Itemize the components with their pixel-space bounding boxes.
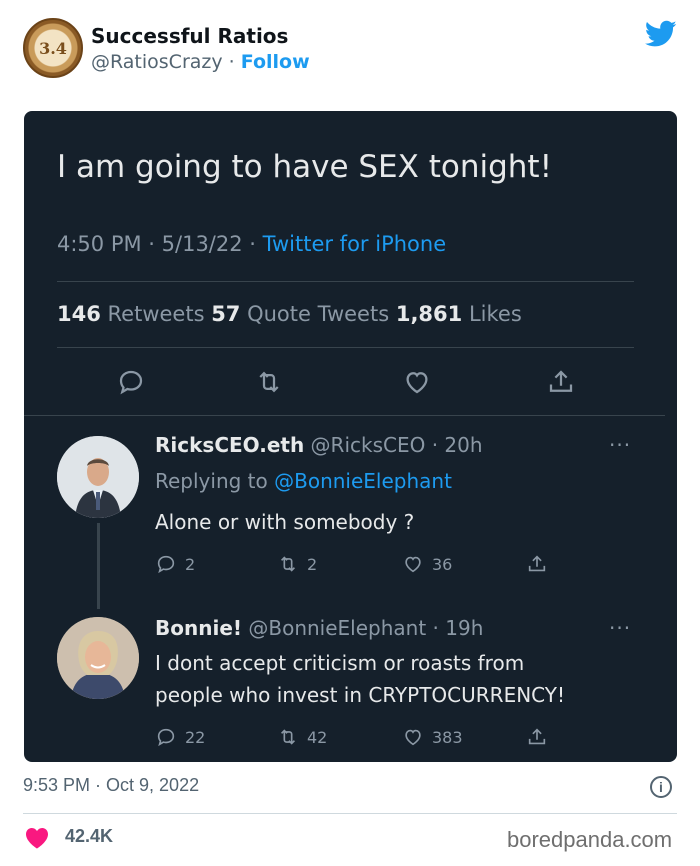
reply1-retweets: 2 <box>277 553 317 575</box>
replying-to: Replying to @BonnieElephant <box>155 469 452 493</box>
retweet-icon <box>280 729 296 745</box>
reply2-text-line2: people who invest in CRYPTOCURRENCY! <box>155 683 566 707</box>
retweet-icon <box>254 367 284 397</box>
retweets-label: Retweets <box>100 302 212 326</box>
divider <box>57 347 634 348</box>
avatar <box>57 436 139 518</box>
reply2-text-line1: I dont accept criticism or roasts from <box>155 651 525 675</box>
quotes-label: Quote Tweets <box>240 302 396 326</box>
reply1-share <box>526 553 556 575</box>
tweet-screenshot: I am going to have SEX tonight! 4:50 PM … <box>24 111 677 762</box>
reply1-name: RicksCEO.eth <box>155 433 305 457</box>
reply-icon <box>116 367 146 397</box>
reply1-handle-time: @RicksCEO · 20h <box>304 433 483 457</box>
like-icon <box>405 729 421 746</box>
handle-separator: · <box>222 51 241 73</box>
share-icon <box>528 728 546 745</box>
reply1-likes-count: 36 <box>432 554 453 574</box>
heart-icon[interactable] <box>25 827 49 849</box>
divider <box>24 415 665 416</box>
info-icon[interactable]: i <box>650 776 672 798</box>
reply2-replies: 22 <box>155 726 205 748</box>
share-icon <box>528 555 546 572</box>
reply-icon <box>157 728 175 747</box>
reply1-header: RicksCEO.eth @RicksCEO · 20h <box>155 433 483 457</box>
avatar-ratio-text: 3.4 <box>39 38 67 58</box>
tweet-embed: 3.4 Successful Ratios @RatiosCrazy · Fol… <box>0 0 700 866</box>
reply2-name: Bonnie! <box>155 616 243 640</box>
reply2-retweets-count: 42 <box>307 727 328 747</box>
reply2-replies-count: 22 <box>185 727 206 747</box>
quotes-count: 57 <box>211 302 241 326</box>
twitter-bird-icon[interactable] <box>645 20 677 48</box>
retweets-count: 146 <box>57 302 101 326</box>
account-avatar[interactable]: 3.4 <box>23 18 83 78</box>
share-icon <box>546 367 576 397</box>
footer-divider <box>23 813 677 814</box>
reply2-header: Bonnie! @BonnieElephant · 19h <box>155 616 483 640</box>
reply2-retweets: 42 <box>277 726 327 748</box>
reply2-likes-count: 383 <box>432 727 463 747</box>
likes-label: Likes <box>462 302 522 326</box>
watermark: boredpanda.com <box>507 827 673 852</box>
main-tweet-text: I am going to have SEX tonight! <box>57 149 553 185</box>
main-tweet-source: Twitter for iPhone <box>262 232 447 256</box>
more-icon: ··· <box>609 433 632 457</box>
main-tweet-time: 4:50 PM · 5/13/22 · <box>57 232 263 256</box>
divider <box>57 281 634 282</box>
reply2-handle-time: @BonnieElephant · 19h <box>242 616 484 640</box>
account-handle[interactable]: @RatiosCrazy <box>91 51 223 73</box>
avatar <box>57 617 139 699</box>
replying-handle: @BonnieElephant <box>274 469 452 493</box>
reply1-replies-count: 2 <box>185 554 196 574</box>
like-count[interactable]: 42.4K <box>65 826 113 847</box>
more-icon: ··· <box>609 616 632 640</box>
reply2-share <box>526 726 556 748</box>
embed-timestamp[interactable]: 9:53 PM · Oct 9, 2022 <box>23 775 199 796</box>
retweet-icon <box>280 556 296 572</box>
replying-prefix: Replying to <box>155 469 275 493</box>
reply-icon <box>157 555 175 574</box>
reply1-retweets-count: 2 <box>307 554 318 574</box>
likes-count: 1,861 <box>395 302 463 326</box>
like-icon <box>402 367 432 397</box>
main-tweet-meta: 4:50 PM · 5/13/22 · Twitter for iPhone <box>57 232 446 256</box>
follow-button[interactable]: Follow <box>241 51 310 73</box>
thread-line <box>97 523 100 609</box>
reply1-likes: 36 <box>402 553 452 575</box>
like-icon <box>405 556 421 573</box>
reply1-replies: 2 <box>155 553 195 575</box>
account-name[interactable]: Successful Ratios <box>91 24 288 48</box>
reply1-text: Alone or with somebody ? <box>155 510 415 534</box>
main-tweet-stats: 146 Retweets 57 Quote Tweets 1,861 Likes <box>57 302 522 326</box>
reply2-likes: 383 <box>402 726 463 748</box>
account-handle-line: @RatiosCrazy · Follow <box>91 51 310 73</box>
